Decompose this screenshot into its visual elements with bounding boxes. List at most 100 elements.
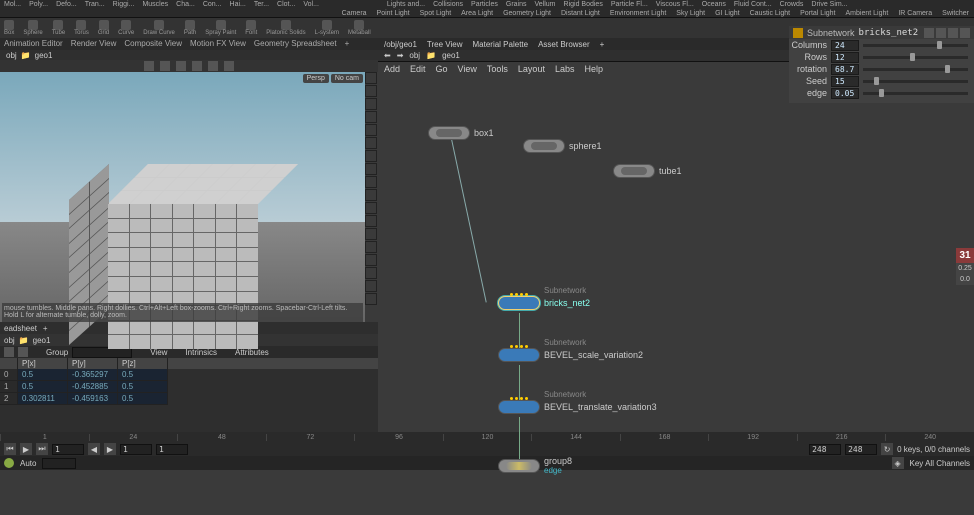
tab-spreadsheet[interactable]: eadsheet (4, 324, 37, 333)
menu-item[interactable]: Defo... (52, 0, 81, 9)
shelf-cat[interactable]: Camera (337, 9, 372, 17)
search-icon[interactable] (948, 28, 958, 38)
menu-item[interactable]: Particles (467, 0, 502, 9)
tool-spray[interactable]: Spray Paint (201, 19, 240, 37)
current-frame-input[interactable] (52, 444, 84, 455)
shelf-cat[interactable]: Ambient Light (841, 9, 894, 17)
pin-icon[interactable] (960, 28, 970, 38)
construction-icon[interactable] (365, 254, 377, 266)
shading-icon[interactable] (365, 98, 377, 110)
node-tube1[interactable]: tube1 (613, 164, 682, 178)
tab-motionfx-view[interactable]: Motion FX View (190, 38, 246, 50)
tab-geometry-spreadsheet[interactable]: Geometry Spreadsheet (254, 38, 337, 50)
magnet-icon[interactable] (365, 241, 377, 253)
tab-obj-geo1[interactable]: /obj/geo1 (384, 40, 417, 49)
param-slider[interactable] (863, 56, 968, 59)
param-value-input[interactable]: 15 (831, 76, 859, 87)
menu-item[interactable]: Riggi... (109, 0, 139, 9)
param-value-input[interactable]: 0.05 (831, 88, 859, 99)
ghost-icon[interactable] (365, 124, 377, 136)
menu-item[interactable]: Vol... (299, 0, 323, 9)
tool-torus[interactable]: Torus (70, 19, 93, 37)
param-node-name[interactable]: bricks_net2 (859, 28, 919, 38)
menu-item[interactable]: Oceans (698, 0, 730, 9)
tool-curve[interactable]: Curve (114, 19, 138, 37)
display-icon[interactable] (365, 267, 377, 279)
menu-add[interactable]: Add (384, 64, 400, 74)
col-px[interactable]: P[x] (18, 358, 68, 369)
timeline[interactable]: 124487296120144168192216240 (0, 432, 974, 442)
shelf-cat[interactable]: Distant Light (556, 9, 605, 17)
tool-grid[interactable]: Grid (94, 19, 113, 37)
menu-item[interactable]: Lights and... (383, 0, 429, 9)
menu-item[interactable]: Mol... (0, 0, 25, 9)
shelf-cat[interactable]: Area Light (456, 9, 498, 17)
points-mode-icon[interactable] (4, 347, 14, 357)
auto-update-icon[interactable] (4, 458, 14, 468)
menu-item[interactable]: Ter... (250, 0, 273, 9)
home-icon[interactable] (365, 72, 377, 84)
shelf-cat[interactable]: Sky Light (671, 9, 710, 17)
shelf-cat[interactable]: Geometry Light (498, 9, 556, 17)
menu-item[interactable]: Tran... (81, 0, 109, 9)
param-slider[interactable] (863, 92, 968, 95)
param-value-input[interactable]: 24 (831, 40, 859, 51)
menu-item[interactable]: Viscous Fl... (652, 0, 698, 9)
param-slider[interactable] (863, 80, 968, 83)
lock-icon[interactable] (365, 85, 377, 97)
table-row[interactable]: 10.5-0.4528850.5 (0, 381, 378, 393)
range-cur-input[interactable] (845, 444, 877, 455)
param-value-input[interactable]: 68.7 (831, 64, 859, 75)
crumb-obj[interactable]: obj (6, 51, 17, 60)
menu-item[interactable]: Particle Fl... (607, 0, 652, 9)
measure-icon[interactable] (365, 215, 377, 227)
shelf-cat[interactable]: GI Light (710, 9, 745, 17)
light-icon[interactable] (365, 137, 377, 149)
tab-composite-view[interactable]: Composite View (124, 38, 182, 50)
tool-drawcurve[interactable]: Draw Curve (139, 19, 179, 37)
crumb-geo1[interactable]: geo1 (33, 336, 51, 345)
tool-font[interactable]: Font (241, 19, 261, 37)
loop-icon[interactable]: ↻ (881, 443, 893, 455)
param-slider[interactable] (863, 68, 968, 71)
tool-path[interactable]: Path (180, 19, 200, 37)
menu-item[interactable]: Cha... (172, 0, 199, 9)
tab-asset-browser[interactable]: Asset Browser (538, 40, 590, 49)
menu-labs[interactable]: Labs (555, 64, 575, 74)
node-box1[interactable]: box1 (428, 126, 494, 140)
menu-item[interactable]: Muscles (138, 0, 172, 9)
step-back-button[interactable]: ◀ (88, 443, 100, 455)
node-translate-variation[interactable]: Subnetwork BEVEL_translate_variation3 (498, 400, 657, 414)
param-value-input[interactable]: 12 (831, 52, 859, 63)
key-all-dropdown[interactable]: Key All Channels (910, 459, 970, 468)
gear-icon[interactable] (365, 280, 377, 292)
menu-item[interactable]: Drive Sim... (807, 0, 851, 9)
network-canvas[interactable]: Geometry box1 sphere1 tube1 Subnetwork b… (378, 76, 974, 432)
menu-layout[interactable]: Layout (518, 64, 545, 74)
more-icon[interactable] (365, 293, 377, 305)
menu-item[interactable]: Clot... (273, 0, 299, 9)
menu-item[interactable]: Collisions (429, 0, 467, 9)
menu-item[interactable]: Crowds (776, 0, 808, 9)
crumb-geo1[interactable]: geo1 (35, 51, 53, 60)
scale-tool-icon[interactable] (192, 61, 202, 71)
xray-icon[interactable] (365, 150, 377, 162)
range-start2-input[interactable] (156, 444, 188, 455)
keyframe-icon[interactable]: ◈ (892, 457, 904, 469)
menu-item[interactable]: Grains (502, 0, 531, 9)
range-end-input[interactable] (809, 444, 841, 455)
render-icon[interactable] (365, 202, 377, 214)
shelf-cat[interactable]: Environment Light (605, 9, 671, 17)
prims-mode-icon[interactable] (18, 347, 28, 357)
menu-item[interactable]: Con... (199, 0, 226, 9)
rotate-tool-icon[interactable] (176, 61, 186, 71)
tab-animation-editor[interactable]: Animation Editor (4, 38, 63, 50)
node-sphere1[interactable]: sphere1 (523, 139, 602, 153)
step-fwd-button[interactable]: ▶ (104, 443, 116, 455)
table-row[interactable]: 20.302811-0.4591630.5 (0, 393, 378, 405)
range-start-input[interactable] (120, 444, 152, 455)
menu-go[interactable]: Go (436, 64, 448, 74)
gear-icon[interactable] (924, 28, 934, 38)
tool-lsystem[interactable]: L-system (311, 19, 343, 37)
shelf-cat[interactable]: Portal Light (795, 9, 840, 17)
